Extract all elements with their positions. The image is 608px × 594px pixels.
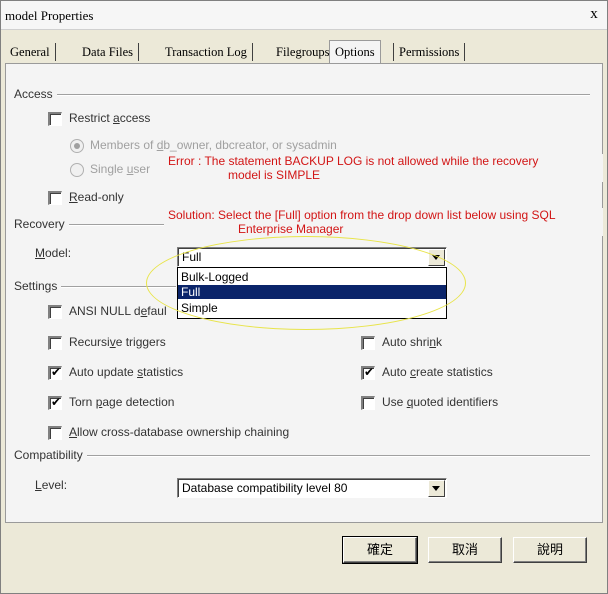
option-full[interactable]: Full bbox=[178, 285, 446, 299]
recovery-model-dropdown: Bulk-Logged Full Simple bbox=[177, 267, 447, 319]
tab-transaction-log[interactable]: Transaction Log bbox=[160, 43, 253, 61]
checkmark-icon: ✔ bbox=[51, 365, 62, 379]
level-label: Level: bbox=[35, 478, 68, 492]
compatibility-level-select[interactable]: Database compatibility level 80 bbox=[177, 478, 447, 498]
solution-line-1: Solution: Select the [Full] option from … bbox=[168, 208, 556, 222]
properties-dialog: model Properties x General Data Files Tr… bbox=[0, 0, 608, 594]
title-bar: model Properties x bbox=[1, 1, 607, 30]
recovery-model-value: Full bbox=[182, 250, 202, 264]
cancel-button[interactable]: 取消 bbox=[428, 537, 502, 563]
solution-annotation: Solution: Select the [Full] option from … bbox=[168, 208, 603, 236]
settings-header: Settings bbox=[14, 279, 62, 293]
chevron-down-icon[interactable] bbox=[428, 480, 445, 497]
ok-button[interactable]: 確定 bbox=[342, 536, 418, 564]
tab-data-files[interactable]: Data Files bbox=[77, 43, 140, 61]
access-group: Access bbox=[14, 87, 594, 101]
compatibility-header: Compatibility bbox=[14, 448, 87, 462]
option-bulk-logged[interactable]: Bulk-Logged bbox=[178, 270, 446, 284]
error-line-1: Error : The statement BACKUP LOG is not … bbox=[168, 154, 539, 168]
solution-line-2: Enterprise Manager bbox=[238, 222, 344, 236]
recovery-header: Recovery bbox=[14, 217, 69, 231]
settings-group: Settings bbox=[14, 279, 178, 293]
window-title: model Properties bbox=[5, 8, 94, 23]
checkmark-icon: ✔ bbox=[51, 395, 62, 409]
model-label: Model: bbox=[35, 246, 72, 260]
recovery-group: Recovery bbox=[14, 217, 174, 231]
error-annotation: Error : The statement BACKUP LOG is not … bbox=[168, 154, 603, 182]
compatibility-group: Compatibility bbox=[14, 448, 594, 462]
chevron-down-icon[interactable] bbox=[428, 249, 445, 266]
checkmark-icon: ✔ bbox=[364, 365, 375, 379]
tab-filegroups[interactable]: Filegroups bbox=[271, 43, 334, 61]
tab-options[interactable]: Options bbox=[329, 40, 381, 63]
option-simple[interactable]: Simple bbox=[178, 301, 446, 315]
close-icon[interactable]: x bbox=[587, 6, 601, 23]
tab-general[interactable]: General bbox=[5, 43, 56, 61]
help-button[interactable]: 說明 bbox=[513, 537, 587, 563]
recovery-model-select[interactable]: Full bbox=[177, 247, 447, 267]
compatibility-level-value: Database compatibility level 80 bbox=[182, 481, 348, 495]
tab-permissions[interactable]: Permissions bbox=[393, 43, 466, 61]
error-line-2: model is SIMPLE bbox=[228, 168, 321, 182]
access-header: Access bbox=[14, 87, 57, 101]
